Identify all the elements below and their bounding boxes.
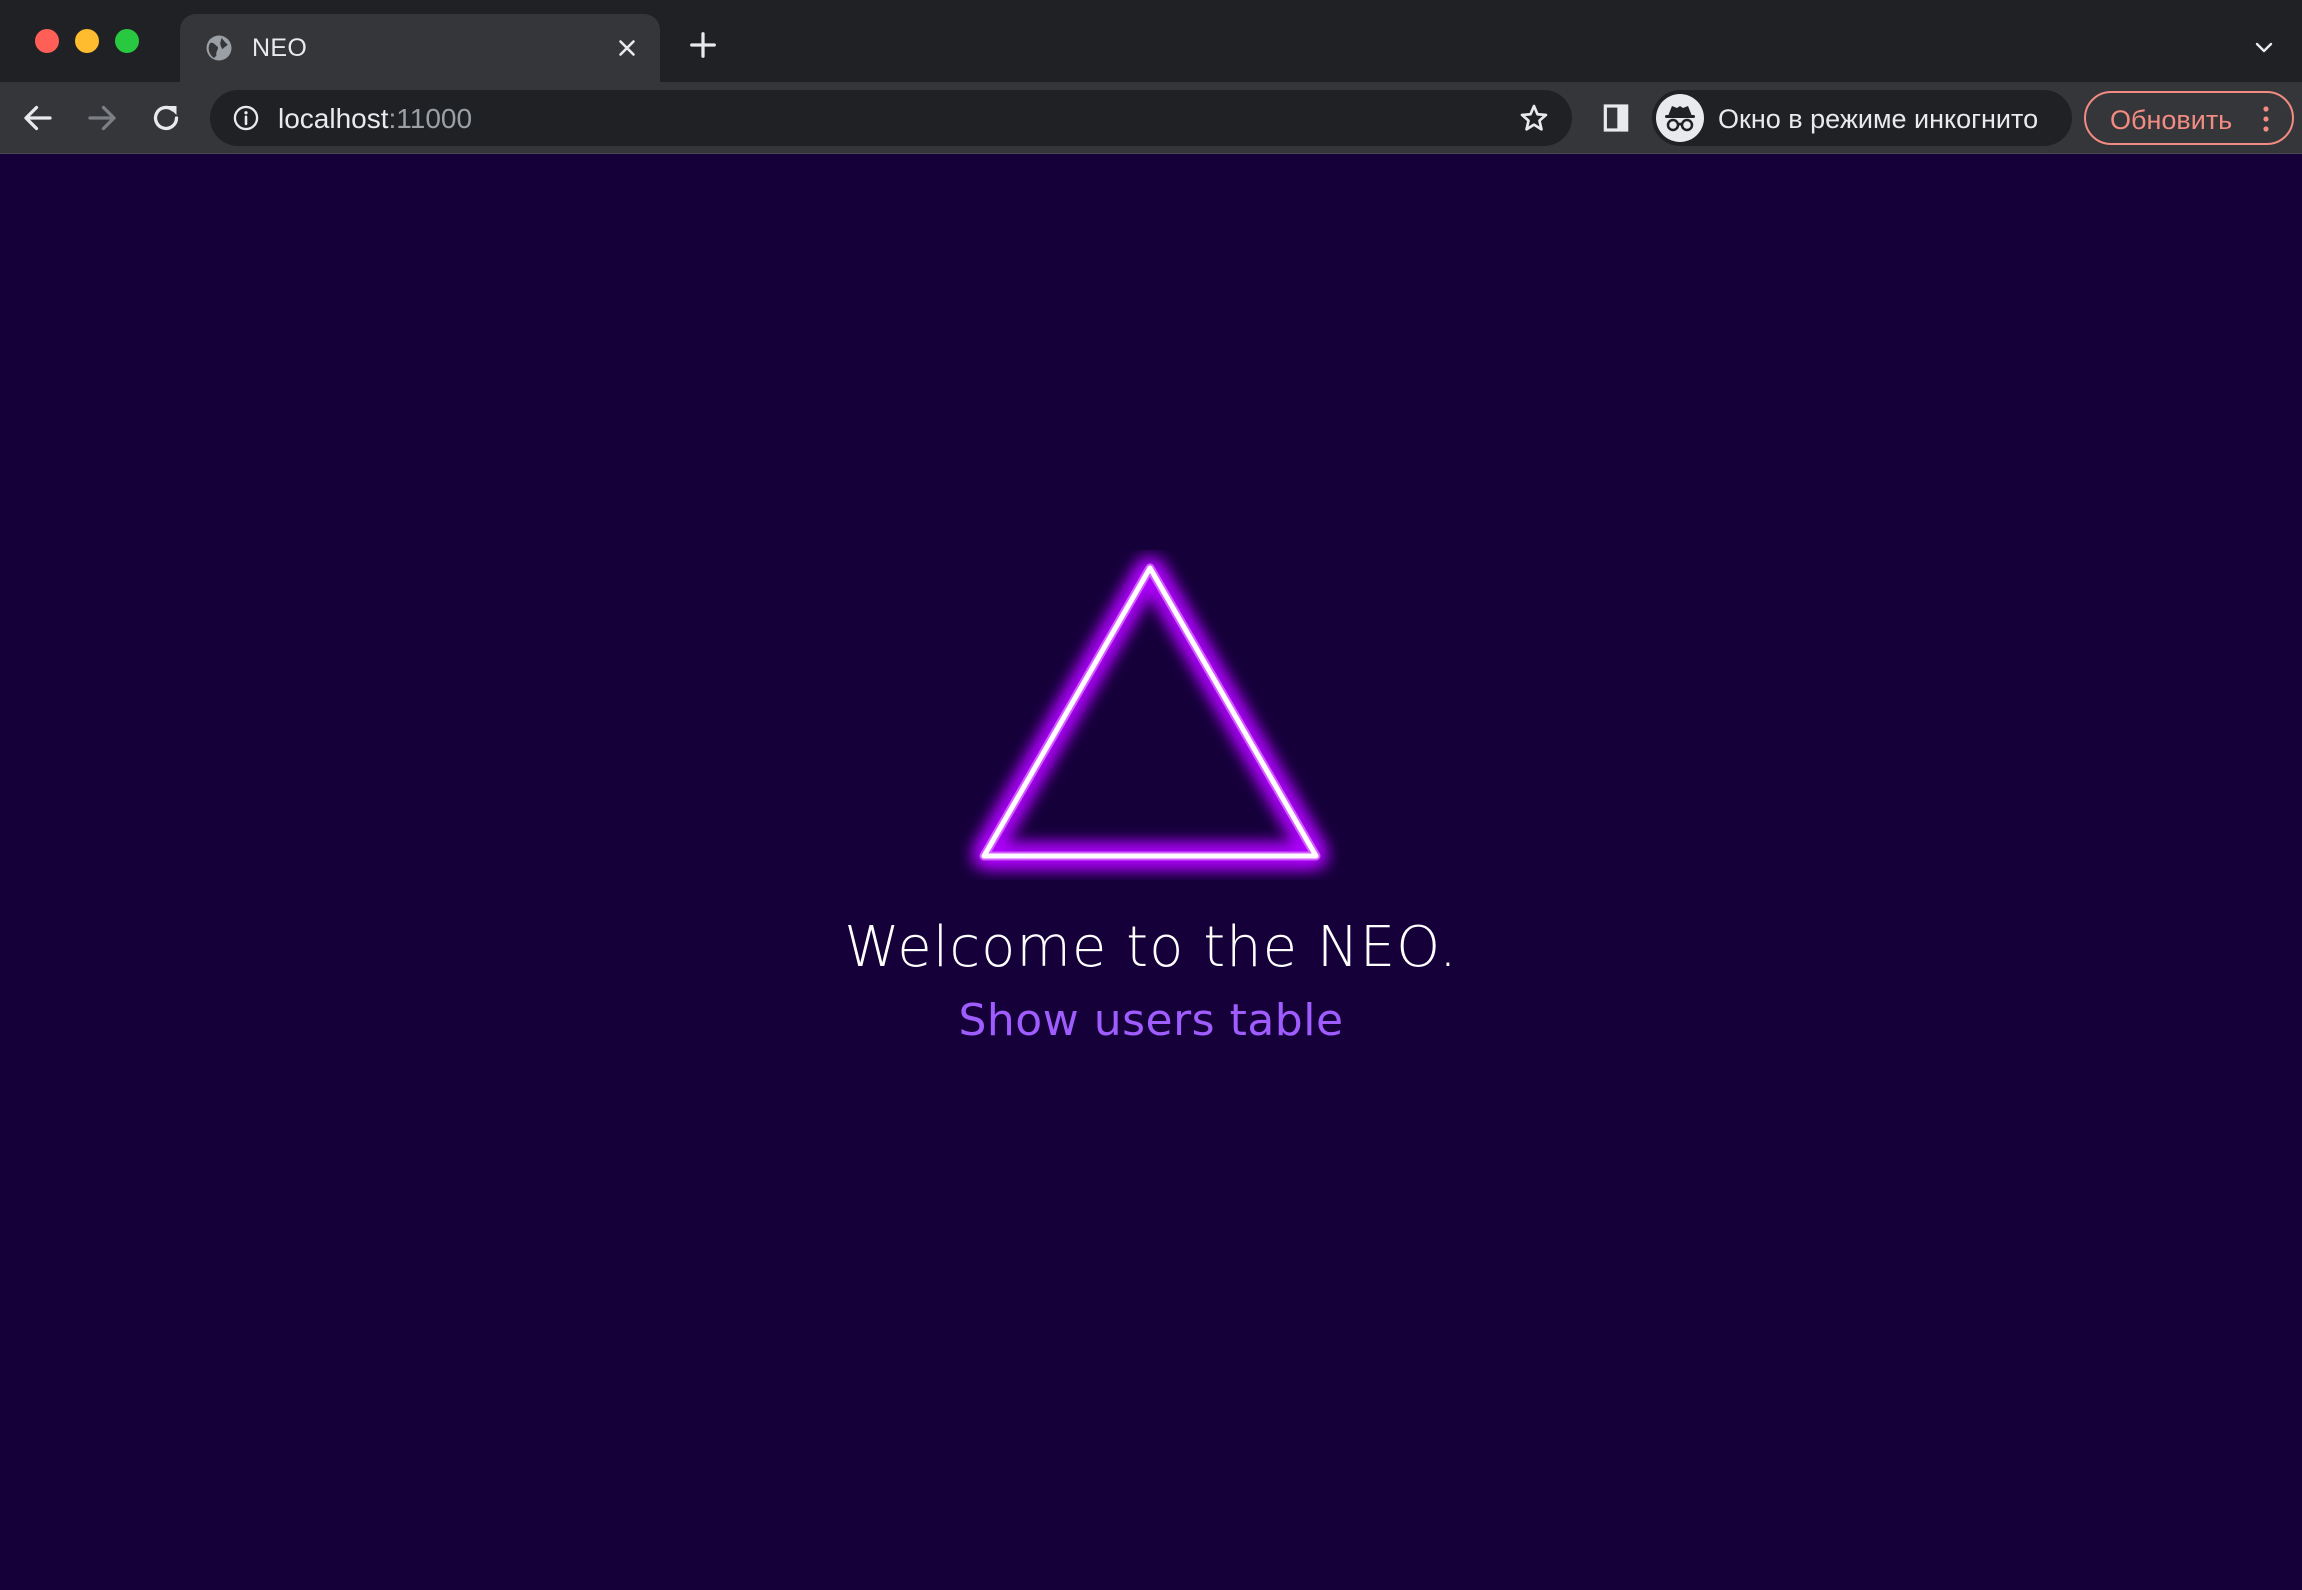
new-tab-icon[interactable] — [688, 30, 718, 60]
update-button[interactable]: Обновить — [2084, 91, 2294, 145]
tab-strip: NEO — [0, 0, 2302, 82]
browser-window: NEO localhost:11000 Окно в режиме инкогн… — [0, 0, 2302, 1590]
update-label: Обновить — [2110, 105, 2233, 135]
incognito-avatar — [1656, 94, 1704, 142]
back-arrow-icon[interactable] — [20, 100, 56, 136]
incognito-label: Окно в режиме инкогнито — [1718, 104, 2039, 134]
globe-icon — [206, 35, 232, 61]
side-panel-icon[interactable] — [1600, 102, 1632, 134]
minimize-window-button[interactable] — [75, 29, 99, 53]
tab-neo[interactable]: NEO — [180, 14, 660, 82]
address-bar[interactable]: localhost:11000 — [210, 90, 1572, 146]
reload-icon[interactable] — [148, 100, 184, 136]
neon-triangle-logo — [977, 561, 1323, 863]
chevron-down-icon[interactable] — [2252, 36, 2276, 60]
url-text: localhost:11000 — [278, 103, 472, 135]
close-window-button[interactable] — [35, 29, 59, 53]
page-viewport: Welcome to the NEO. Show users table — [0, 155, 2302, 1590]
browser-toolbar: localhost:11000 Окно в режиме инкогнито — [0, 82, 2302, 154]
close-tab-icon[interactable] — [614, 35, 640, 61]
tab-title: NEO — [252, 34, 308, 62]
info-icon[interactable] — [232, 104, 260, 132]
show-users-table-link[interactable]: Show users table — [0, 995, 2302, 1046]
more-menu-icon[interactable] — [2256, 103, 2276, 135]
bookmark-star-icon[interactable] — [1518, 102, 1550, 134]
forward-arrow-icon[interactable] — [84, 100, 120, 136]
maximize-window-button[interactable] — [115, 29, 139, 53]
url-port: :11000 — [388, 103, 473, 134]
url-host: localhost — [278, 103, 389, 134]
welcome-heading: Welcome to the NEO. — [844, 915, 1458, 980]
incognito-indicator[interactable]: Окно в режиме инкогнито — [1652, 90, 2072, 146]
incognito-icon — [1665, 106, 1695, 132]
